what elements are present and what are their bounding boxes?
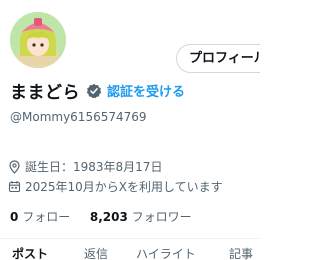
calendar-icon — [8, 181, 21, 193]
follow-stats: 0 フォロー 8,203 フォロワー — [10, 208, 192, 225]
joined-text: 2025年10月からXを利用しています — [25, 180, 223, 194]
birthday-row: 誕生日：1983年8月17日 — [8, 158, 162, 175]
profile-screen: プロフィール ままどら 認証を受ける @Mommy6156574769 誕生日：… — [0, 0, 260, 260]
following-label: フォロー — [22, 210, 71, 224]
name-row: ままどら 認証を受ける — [10, 80, 185, 103]
avatar[interactable] — [7, 9, 69, 71]
followers-count: 8,203 — [89, 210, 128, 224]
edit-profile-button[interactable]: プロフィール — [176, 44, 260, 73]
tab-posts[interactable]: ポスト — [12, 245, 48, 260]
avatar-illustration — [10, 12, 66, 68]
verified-badge-icon[interactable] — [86, 83, 102, 99]
profile-tabs: ポスト 返信 ハイライト 記事 — [0, 238, 260, 260]
display-name: ままどら — [10, 82, 80, 103]
get-verified-link[interactable]: 認証を受ける — [107, 81, 185, 100]
user-handle: @Mommy6156574769 — [10, 110, 147, 124]
tab-replies[interactable]: 返信 — [84, 245, 108, 260]
joined-row: 2025年10月からXを利用しています — [8, 178, 223, 195]
followers-link[interactable]: 8,203 フォロワー — [90, 210, 192, 224]
tab-articles[interactable]: 記事 — [229, 245, 253, 260]
following-count: 0 — [10, 210, 19, 224]
followers-label: フォロワー — [131, 210, 192, 224]
birthday-text: 誕生日：1983年8月17日 — [25, 160, 163, 174]
location-pin-icon — [9, 159, 20, 174]
following-link[interactable]: 0 フォロー — [10, 210, 74, 224]
tab-highlights[interactable]: ハイライト — [136, 245, 196, 260]
